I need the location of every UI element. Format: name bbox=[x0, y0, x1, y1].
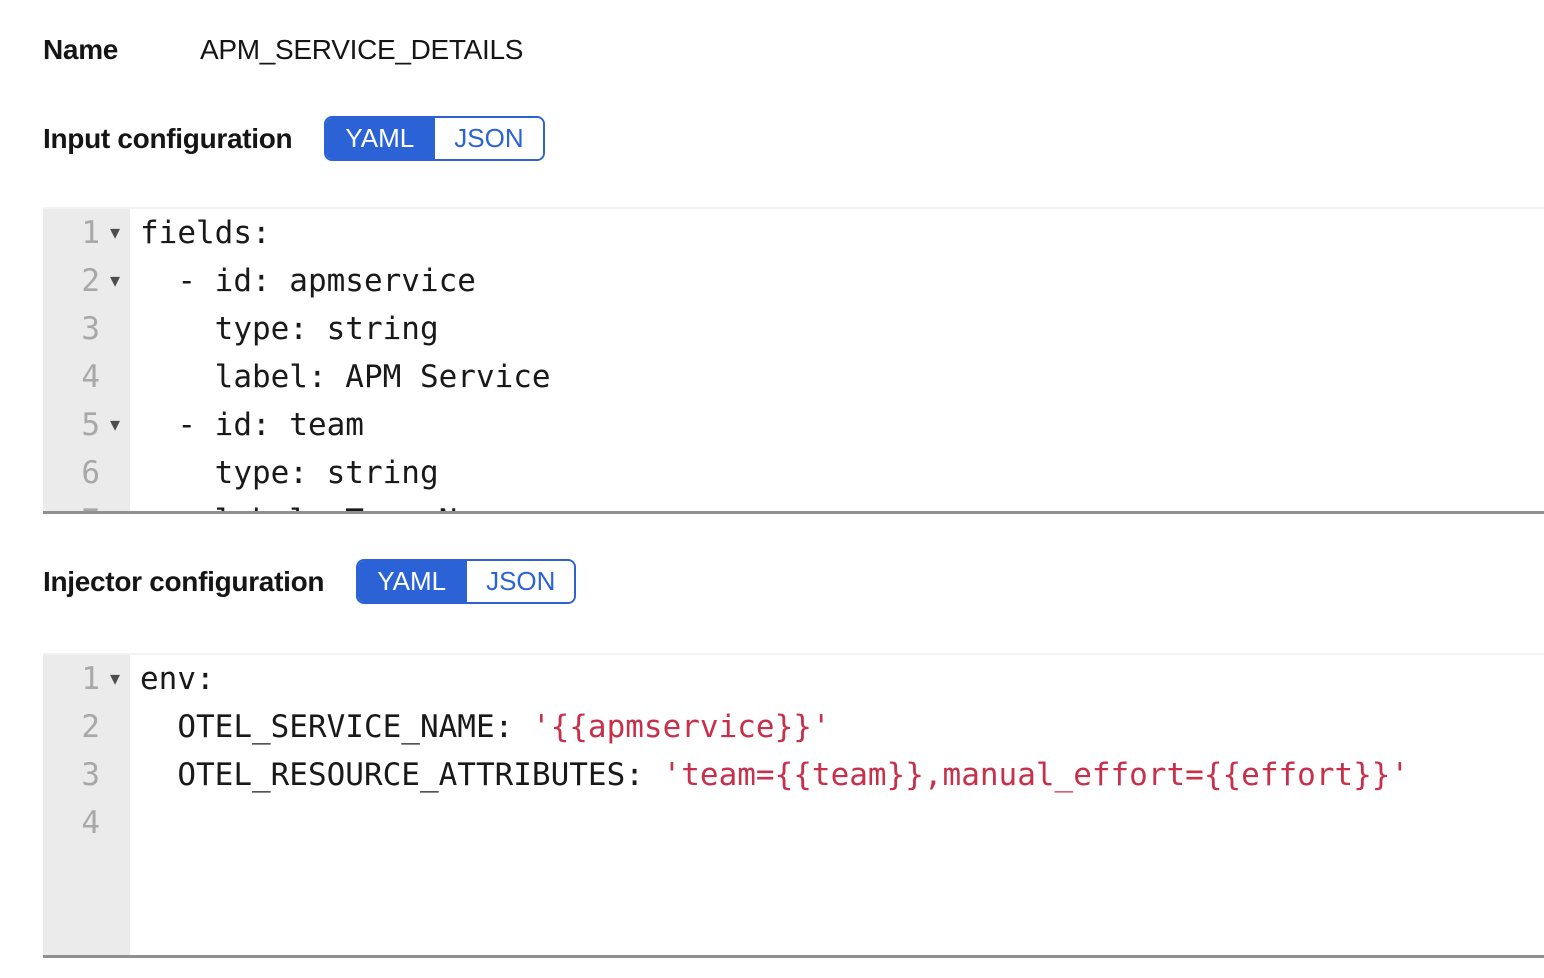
fold-toggle-icon[interactable]: ▾ bbox=[100, 209, 130, 257]
code-plain-token: label: APM Service bbox=[140, 359, 551, 395]
code-line: label: Team Name bbox=[140, 497, 1544, 511]
input-config-format-toggle: YAML JSON bbox=[324, 116, 544, 161]
code-line: fields: bbox=[140, 209, 1544, 257]
fold-spacer bbox=[100, 799, 130, 847]
input-configuration-code-editor[interactable]: 1▾2▾345▾67fields: - id: apmservice type:… bbox=[43, 207, 1544, 514]
code-line: - id: apmservice bbox=[140, 257, 1544, 305]
line-number: 7 bbox=[43, 497, 100, 514]
gutter-line: 2▾ bbox=[43, 257, 130, 305]
line-number: 5 bbox=[43, 401, 100, 449]
line-number: 3 bbox=[43, 305, 100, 353]
line-number: 1 bbox=[43, 209, 100, 257]
input-config-yaml-button[interactable]: YAML bbox=[326, 118, 433, 159]
code-line: OTEL_SERVICE_NAME: '{{apmservice}}' bbox=[140, 703, 1544, 751]
service-details-page: Name APM_SERVICE_DETAILS Input configura… bbox=[0, 33, 1544, 958]
gutter-line: 1▾ bbox=[43, 655, 130, 703]
gutter-line: 3 bbox=[43, 305, 130, 353]
fold-toggle-icon[interactable]: ▾ bbox=[100, 655, 130, 703]
gutter-line: 4 bbox=[43, 799, 130, 847]
line-number: 1 bbox=[43, 655, 100, 703]
injector-configuration-label: Injector configuration bbox=[43, 566, 324, 598]
line-number: 2 bbox=[43, 703, 100, 751]
gutter-line: 1▾ bbox=[43, 209, 130, 257]
code-plain-token: fields: bbox=[140, 215, 271, 251]
fold-spacer bbox=[100, 751, 130, 799]
code-plain-token: OTEL_SERVICE_NAME: bbox=[140, 709, 532, 745]
line-number: 2 bbox=[43, 257, 100, 305]
name-value: APM_SERVICE_DETAILS bbox=[200, 34, 523, 66]
input-config-json-button[interactable]: JSON bbox=[433, 118, 542, 159]
fold-spacer bbox=[100, 305, 130, 353]
code-string-token: '{{apmservice}}' bbox=[532, 709, 831, 745]
line-number: 3 bbox=[43, 751, 100, 799]
fold-toggle-icon[interactable]: ▾ bbox=[100, 257, 130, 305]
line-number: 4 bbox=[43, 799, 100, 847]
injector-config-yaml-button[interactable]: YAML bbox=[358, 561, 465, 602]
line-number: 6 bbox=[43, 449, 100, 497]
editor-gutter: 1▾2▾345▾67 bbox=[43, 209, 130, 511]
editor-code-area[interactable]: fields: - id: apmservice type: string la… bbox=[130, 209, 1544, 511]
editor-gutter: 1▾234 bbox=[43, 655, 130, 955]
code-line: OTEL_RESOURCE_ATTRIBUTES: 'team={{team}}… bbox=[140, 751, 1544, 799]
code-line bbox=[140, 799, 1544, 847]
fold-spacer bbox=[100, 497, 130, 514]
gutter-line: 4 bbox=[43, 353, 130, 401]
code-plain-token: label: Team Name bbox=[140, 503, 513, 511]
code-plain-token: type: string bbox=[140, 455, 439, 491]
gutter-line: 3 bbox=[43, 751, 130, 799]
gutter-line: 5▾ bbox=[43, 401, 130, 449]
injector-config-format-toggle: YAML JSON bbox=[356, 559, 576, 604]
fold-spacer bbox=[100, 353, 130, 401]
gutter-line: 2 bbox=[43, 703, 130, 751]
code-plain-token: type: string bbox=[140, 311, 439, 347]
code-plain-token: env: bbox=[140, 661, 215, 697]
code-plain-token: OTEL_RESOURCE_ATTRIBUTES: bbox=[140, 757, 663, 793]
code-string-token: 'team={{team}},manual_effort={{effort}}' bbox=[663, 757, 1410, 793]
code-plain-token: - id: team bbox=[140, 407, 364, 443]
editor-code-area[interactable]: env: OTEL_SERVICE_NAME: '{{apmservice}}'… bbox=[130, 655, 1544, 955]
code-plain-token: - id: apmservice bbox=[140, 263, 476, 299]
line-number: 4 bbox=[43, 353, 100, 401]
injector-configuration-row: Injector configuration YAML JSON bbox=[43, 559, 1544, 604]
fold-spacer bbox=[100, 449, 130, 497]
gutter-line: 7 bbox=[43, 497, 130, 514]
input-configuration-row: Input configuration YAML JSON bbox=[43, 116, 1544, 161]
name-row: Name APM_SERVICE_DETAILS bbox=[43, 33, 1544, 67]
code-line: label: APM Service bbox=[140, 353, 1544, 401]
code-line: type: string bbox=[140, 305, 1544, 353]
fold-toggle-icon[interactable]: ▾ bbox=[100, 401, 130, 449]
input-configuration-label: Input configuration bbox=[43, 123, 292, 155]
code-line: type: string bbox=[140, 449, 1544, 497]
name-label: Name bbox=[43, 34, 200, 66]
code-line: - id: team bbox=[140, 401, 1544, 449]
code-line: env: bbox=[140, 655, 1544, 703]
injector-configuration-code-editor[interactable]: 1▾234env: OTEL_SERVICE_NAME: '{{apmservi… bbox=[43, 653, 1544, 958]
fold-spacer bbox=[100, 703, 130, 751]
gutter-line: 6 bbox=[43, 449, 130, 497]
injector-config-json-button[interactable]: JSON bbox=[465, 561, 574, 602]
